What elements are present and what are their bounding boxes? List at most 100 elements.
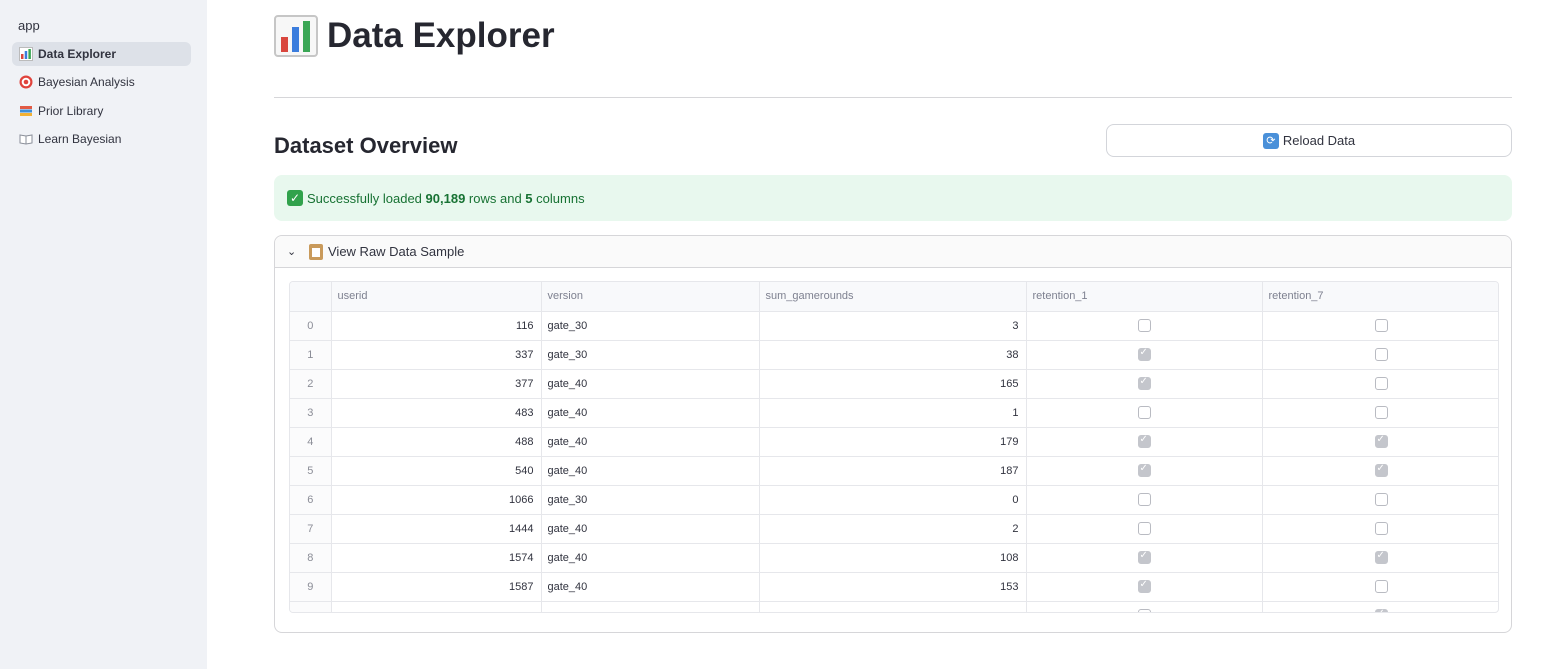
userid-cell[interactable]: 1574	[331, 543, 542, 573]
checkbox[interactable]	[1374, 550, 1388, 564]
userid-cell[interactable]: 337	[331, 340, 542, 370]
row-index-cell[interactable]: 0	[290, 311, 332, 341]
row-index-cell[interactable]: 8	[290, 543, 332, 573]
row-index-cell[interactable]: 3	[290, 398, 332, 428]
sidebar-item-data-explorer[interactable]: Data Explorer	[12, 42, 191, 66]
column-header-retention-1[interactable]: retention_1	[1026, 282, 1263, 312]
checkbox[interactable]	[1137, 550, 1151, 564]
column-header-sum-gamerounds[interactable]: sum_gamerounds	[759, 282, 1027, 312]
checkbox[interactable]	[1374, 377, 1388, 390]
sum-gamerounds-cell[interactable]: 179	[759, 427, 1027, 457]
retention-7-cell[interactable]	[1262, 543, 1498, 573]
retention-1-cell[interactable]	[1026, 572, 1263, 602]
userid-cell[interactable]	[331, 601, 542, 612]
checkbox[interactable]	[1374, 493, 1388, 506]
sum-gamerounds-cell[interactable]: 0	[759, 485, 1027, 515]
version-cell[interactable]	[541, 601, 760, 612]
retention-1-cell[interactable]	[1026, 398, 1263, 428]
checkbox[interactable]	[1374, 434, 1388, 448]
retention-1-cell[interactable]	[1026, 601, 1263, 612]
retention-7-cell[interactable]	[1262, 398, 1498, 428]
checkbox[interactable]	[1374, 348, 1388, 361]
checkbox[interactable]	[1137, 522, 1151, 535]
retention-7-cell[interactable]	[1262, 572, 1498, 602]
retention-7-cell[interactable]	[1262, 427, 1498, 457]
sum-gamerounds-cell[interactable]: 153	[759, 572, 1027, 602]
userid-cell[interactable]: 1066	[331, 485, 542, 515]
reload-data-button[interactable]: ⟳ Reload Data	[1106, 124, 1512, 157]
sidebar-item-prior-library[interactable]: Prior Library	[12, 99, 191, 123]
version-cell[interactable]: gate_40	[541, 427, 760, 457]
checkbox[interactable]	[1374, 463, 1388, 477]
sum-gamerounds-cell[interactable]	[759, 601, 1027, 612]
userid-cell[interactable]: 488	[331, 427, 542, 457]
retention-7-cell[interactable]	[1262, 514, 1498, 544]
userid-cell[interactable]: 377	[331, 369, 542, 399]
row-index-cell[interactable]: 4	[290, 427, 332, 457]
checkbox[interactable]	[1137, 406, 1151, 419]
retention-1-cell[interactable]	[1026, 514, 1263, 544]
row-index-cell[interactable]	[290, 601, 332, 612]
version-cell[interactable]: gate_40	[541, 543, 760, 573]
sum-gamerounds-cell[interactable]: 2	[759, 514, 1027, 544]
retention-7-cell[interactable]	[1262, 340, 1498, 370]
row-index-cell[interactable]: 1	[290, 340, 332, 370]
sum-gamerounds-cell[interactable]: 165	[759, 369, 1027, 399]
row-index-cell[interactable]: 2	[290, 369, 332, 399]
checkbox[interactable]	[1374, 406, 1388, 419]
userid-cell[interactable]: 1587	[331, 572, 542, 602]
sum-gamerounds-cell[interactable]: 38	[759, 340, 1027, 370]
retention-7-cell[interactable]	[1262, 311, 1498, 341]
checkbox[interactable]	[1137, 493, 1151, 506]
checkbox[interactable]	[1137, 463, 1151, 477]
checkbox[interactable]	[1137, 376, 1151, 390]
retention-1-cell[interactable]	[1026, 456, 1263, 486]
sum-gamerounds-cell[interactable]: 187	[759, 456, 1027, 486]
retention-1-cell[interactable]	[1026, 485, 1263, 515]
sum-gamerounds-cell[interactable]: 3	[759, 311, 1027, 341]
version-cell[interactable]: gate_40	[541, 398, 760, 428]
row-index-cell[interactable]: 9	[290, 572, 332, 602]
version-cell[interactable]: gate_40	[541, 369, 760, 399]
row-index-cell[interactable]: 7	[290, 514, 332, 544]
retention-1-cell[interactable]	[1026, 427, 1263, 457]
version-cell[interactable]: gate_40	[541, 514, 760, 544]
row-index-cell[interactable]: 6	[290, 485, 332, 515]
checkbox[interactable]	[1374, 319, 1388, 332]
userid-cell[interactable]: 483	[331, 398, 542, 428]
checkbox[interactable]	[1137, 319, 1151, 332]
column-header-version[interactable]: version	[541, 282, 760, 312]
retention-1-cell[interactable]	[1026, 369, 1263, 399]
retention-1-cell[interactable]	[1026, 311, 1263, 341]
sum-gamerounds-cell[interactable]: 1	[759, 398, 1027, 428]
retention-7-cell[interactable]	[1262, 456, 1498, 486]
checkbox[interactable]	[1374, 608, 1388, 612]
version-cell[interactable]: gate_40	[541, 456, 760, 486]
retention-7-cell[interactable]	[1262, 369, 1498, 399]
checkbox[interactable]	[1137, 347, 1151, 361]
checkbox[interactable]	[1137, 609, 1151, 612]
version-cell[interactable]: gate_30	[541, 340, 760, 370]
checkbox[interactable]	[1137, 434, 1151, 448]
column-header-retention-7[interactable]: retention_7	[1262, 282, 1498, 312]
checkbox[interactable]	[1137, 579, 1151, 593]
version-cell[interactable]: gate_30	[541, 311, 760, 341]
retention-1-cell[interactable]	[1026, 543, 1263, 573]
sum-gamerounds-cell[interactable]: 108	[759, 543, 1027, 573]
column-header-userid[interactable]: userid	[331, 282, 542, 312]
data-grid[interactable]: userid version sum_gamerounds retention_…	[289, 281, 1499, 613]
sidebar-item-learn-bayesian[interactable]: Learn Bayesian	[12, 127, 191, 151]
version-cell[interactable]: gate_30	[541, 485, 760, 515]
checkbox[interactable]	[1374, 522, 1388, 535]
retention-7-cell[interactable]	[1262, 601, 1498, 612]
userid-cell[interactable]: 1444	[331, 514, 542, 544]
checkbox[interactable]	[1374, 580, 1388, 593]
retention-7-cell[interactable]	[1262, 485, 1498, 515]
userid-cell[interactable]: 116	[331, 311, 542, 341]
userid-cell[interactable]: 540	[331, 456, 542, 486]
retention-1-cell[interactable]	[1026, 340, 1263, 370]
row-index-cell[interactable]: 5	[290, 456, 332, 486]
sidebar-item-bayesian-analysis[interactable]: Bayesian Analysis	[12, 70, 191, 94]
version-cell[interactable]: gate_40	[541, 572, 760, 602]
expander-header[interactable]: ⌄ View Raw Data Sample	[275, 236, 1511, 268]
